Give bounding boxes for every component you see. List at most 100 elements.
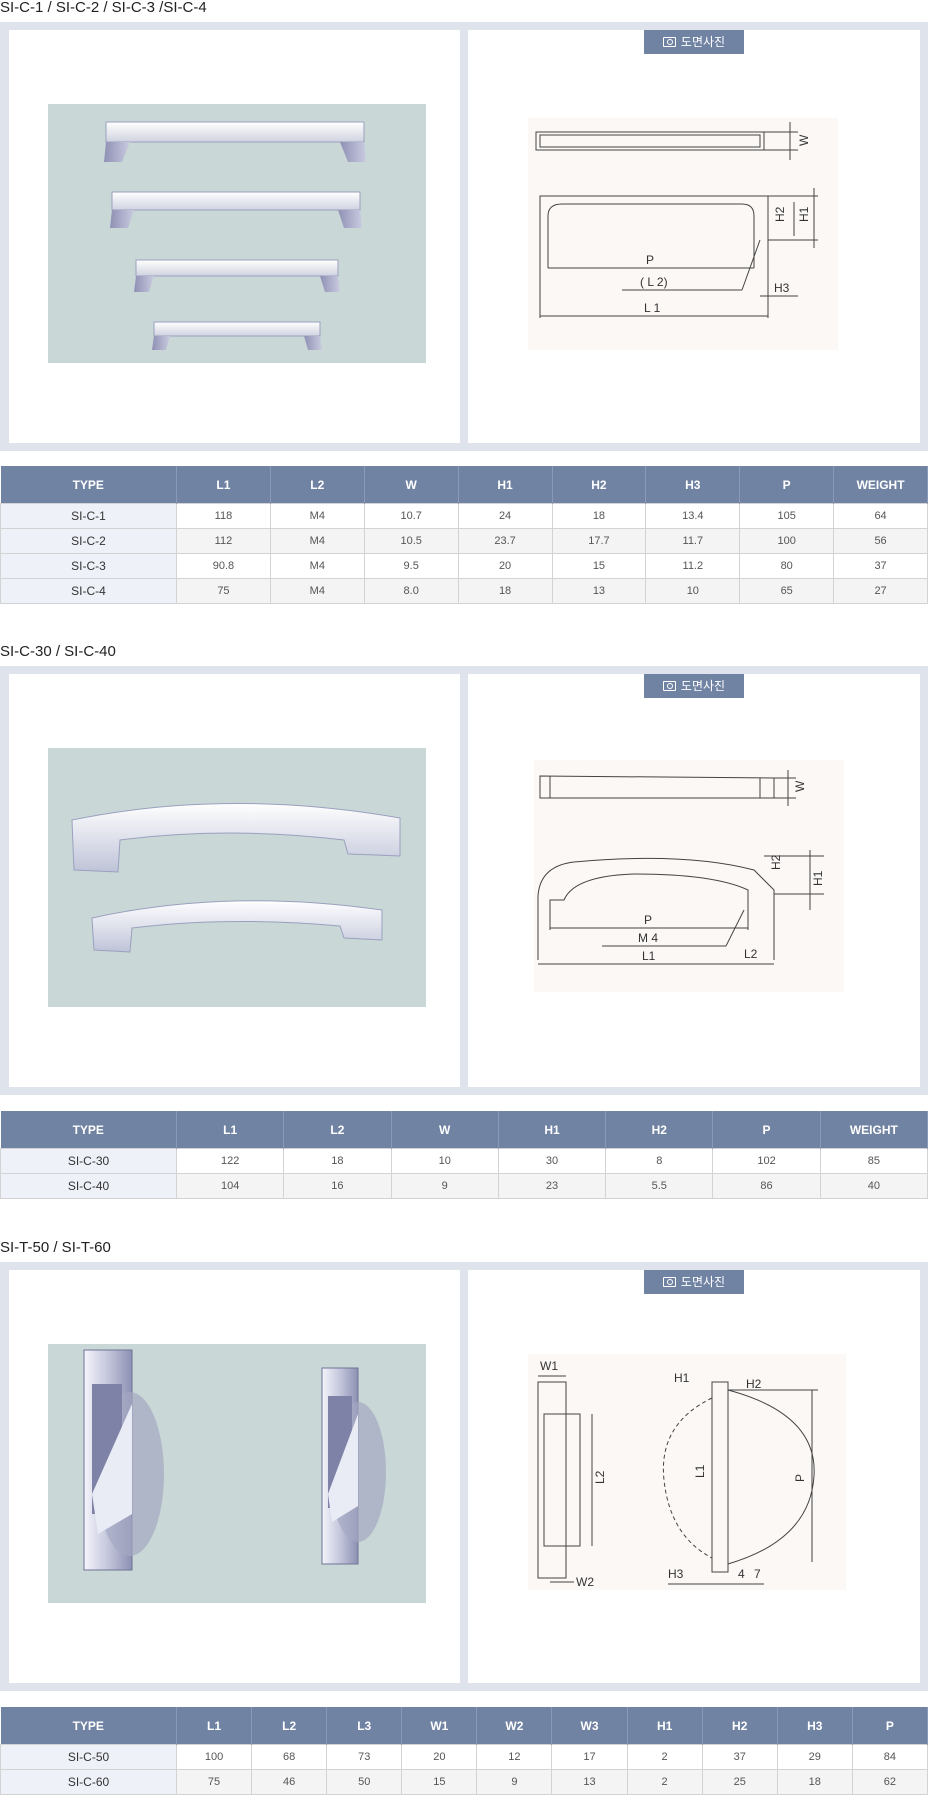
column-header: W bbox=[391, 1111, 499, 1149]
dim-p: P bbox=[793, 1474, 807, 1482]
value-cell: 86 bbox=[712, 1173, 821, 1199]
dim-w: W bbox=[797, 134, 811, 146]
dim-w2: W2 bbox=[576, 1575, 594, 1589]
value-cell: 23 bbox=[497, 1173, 607, 1199]
value-cell: 100 bbox=[739, 528, 835, 554]
drawing-photo-button[interactable]: 도면사진 bbox=[644, 1270, 744, 1294]
column-header: L2 bbox=[251, 1707, 328, 1745]
photo-box bbox=[9, 674, 460, 1087]
dim-p: P bbox=[644, 913, 652, 927]
product-photo bbox=[48, 104, 426, 363]
value-cell: 64 bbox=[833, 503, 928, 529]
value-cell: M4 bbox=[269, 528, 365, 554]
value-cell: 11.7 bbox=[645, 528, 741, 554]
dim-l1: L1 bbox=[642, 949, 656, 963]
technical-drawing: W H2 H1 P M 4 L1 L2 bbox=[534, 760, 844, 992]
drawing-photo-button[interactable]: 도면사진 bbox=[644, 30, 744, 54]
column-header: H2 bbox=[605, 1111, 714, 1149]
value-cell: 62 bbox=[851, 1769, 928, 1795]
dim-l2: L2 bbox=[744, 947, 758, 961]
type-cell: SI-C-30 bbox=[0, 1148, 177, 1174]
column-header: P bbox=[712, 1111, 821, 1149]
type-cell: SI-C-40 bbox=[0, 1173, 177, 1199]
column-header: TYPE bbox=[0, 466, 177, 504]
table-row: SI-C-40 104 16 9 23 5.5 86 40 bbox=[0, 1173, 928, 1199]
value-cell: 17 bbox=[551, 1744, 628, 1770]
product-panel: 도면사진 W H2 H1 P M 4 L1 L2 bbox=[0, 666, 928, 1095]
dim-p: P bbox=[646, 253, 654, 267]
section-title: SI-T-50 / SI-T-60 bbox=[0, 1239, 111, 1256]
value-cell: 29 bbox=[776, 1744, 853, 1770]
dim-m4: M 4 bbox=[638, 931, 658, 945]
column-header: WEIGHT bbox=[820, 1111, 928, 1149]
value-cell: M4 bbox=[269, 553, 365, 579]
column-header: W1 bbox=[401, 1707, 478, 1745]
column-header: L1 bbox=[176, 1707, 253, 1745]
product-photo bbox=[48, 748, 426, 1007]
dim-h2: H2 bbox=[773, 206, 787, 222]
value-cell: 16 bbox=[283, 1173, 392, 1199]
table-row: SI-C-50 100 68 73 20 12 17 2 37 29 84 bbox=[0, 1744, 928, 1770]
section-title: SI-C-30 / SI-C-40 bbox=[0, 643, 116, 660]
value-cell: 30 bbox=[497, 1148, 607, 1174]
table-row: SI-C-1 118 M4 10.7 24 18 13.4 105 64 bbox=[0, 503, 928, 529]
type-cell: SI-C-60 bbox=[0, 1769, 177, 1795]
spec-table: TYPE L1 L2 W H1 H2 P WEIGHT SI-C-30 122 18 10 30 8 10… bbox=[0, 1111, 928, 1199]
dim-h1: H1 bbox=[811, 870, 825, 886]
value-cell: 112 bbox=[176, 528, 271, 554]
column-header: H1 bbox=[458, 466, 553, 504]
table-row: SI-C-30 122 18 10 30 8 102 85 bbox=[0, 1148, 928, 1174]
dim-w: W bbox=[793, 780, 807, 792]
drawing-photo-button[interactable]: 도면사진 bbox=[644, 674, 744, 698]
value-cell: 15 bbox=[551, 553, 647, 579]
technical-drawing: W H2 H1 P ( L 2) H3 L 1 bbox=[528, 118, 838, 350]
table-row: SI-C-2 112 M4 10.5 23.7 17.7 11.7 100 56 bbox=[0, 528, 928, 554]
table-row: SI-C-3 90.8 M4 9.5 20 15 11.2 80 37 bbox=[0, 553, 928, 579]
value-cell: 13 bbox=[551, 1769, 628, 1795]
value-cell: M4 bbox=[269, 578, 365, 604]
column-header: L2 bbox=[270, 466, 365, 504]
dim-7: 7 bbox=[754, 1567, 761, 1581]
table-header-row: TYPE L1 L2 W H1 H2 H3 P WEIGHT bbox=[0, 466, 928, 504]
value-cell: 5.5 bbox=[605, 1173, 714, 1199]
value-cell: 100 bbox=[175, 1744, 253, 1770]
table-row: SI-C-60 75 46 50 15 9 13 2 25 18 62 bbox=[0, 1769, 928, 1795]
value-cell: 40 bbox=[819, 1173, 928, 1199]
camera-icon bbox=[662, 37, 676, 47]
value-cell: 11.2 bbox=[645, 553, 741, 579]
value-cell: 104 bbox=[175, 1173, 285, 1199]
column-header: H3 bbox=[645, 466, 741, 504]
dim-l2: L2 bbox=[593, 1470, 607, 1484]
drawing-box: 도면사진 W H2 H1 P (L 2) H3 L 1 bbox=[468, 30, 920, 443]
value-cell: 20 bbox=[457, 553, 553, 579]
drawing-photo-button-label: 도면사진 bbox=[680, 1275, 726, 1289]
value-cell: 18 bbox=[551, 503, 647, 529]
table-row: SI-C-4 75 M4 8.0 18 13 10 65 27 bbox=[0, 578, 928, 604]
photo-box bbox=[9, 30, 460, 443]
dim-4: 4 bbox=[738, 1567, 745, 1581]
camera-icon bbox=[662, 1277, 676, 1287]
value-cell: 8 bbox=[605, 1148, 714, 1174]
spec-table: TYPE L1 L2 L3 W1 W2 W3 H1 H2 H3 P SI-C-50 100 68 73 20… bbox=[0, 1707, 928, 1795]
value-cell: 37 bbox=[701, 1744, 778, 1770]
drawing-box: 도면사진 W H2 H1 P M 4 L1 L2 bbox=[468, 674, 920, 1087]
camera-icon bbox=[662, 681, 676, 691]
dim-h1: H1 bbox=[674, 1371, 690, 1385]
value-cell: 10 bbox=[390, 1148, 499, 1174]
column-header: H2 bbox=[702, 1707, 778, 1745]
column-header: TYPE bbox=[0, 1111, 177, 1149]
value-cell: 13.4 bbox=[645, 503, 741, 529]
type-cell: SI-C-50 bbox=[0, 1744, 177, 1770]
value-cell: 8.0 bbox=[363, 578, 459, 604]
column-header: H1 bbox=[627, 1707, 703, 1745]
value-cell: 80 bbox=[739, 553, 835, 579]
value-cell: 10.5 bbox=[363, 528, 459, 554]
value-cell: 102 bbox=[712, 1148, 821, 1174]
value-cell: 122 bbox=[175, 1148, 285, 1174]
value-cell: 13 bbox=[551, 578, 647, 604]
value-cell: 73 bbox=[326, 1744, 403, 1770]
drawing-box: 도면사진 W1 L2 W2 H1 H2 L1 P H3 4 7 bbox=[468, 1270, 920, 1683]
value-cell: 20 bbox=[401, 1744, 478, 1770]
value-cell: 85 bbox=[819, 1148, 928, 1174]
column-header: TYPE bbox=[0, 1707, 177, 1745]
